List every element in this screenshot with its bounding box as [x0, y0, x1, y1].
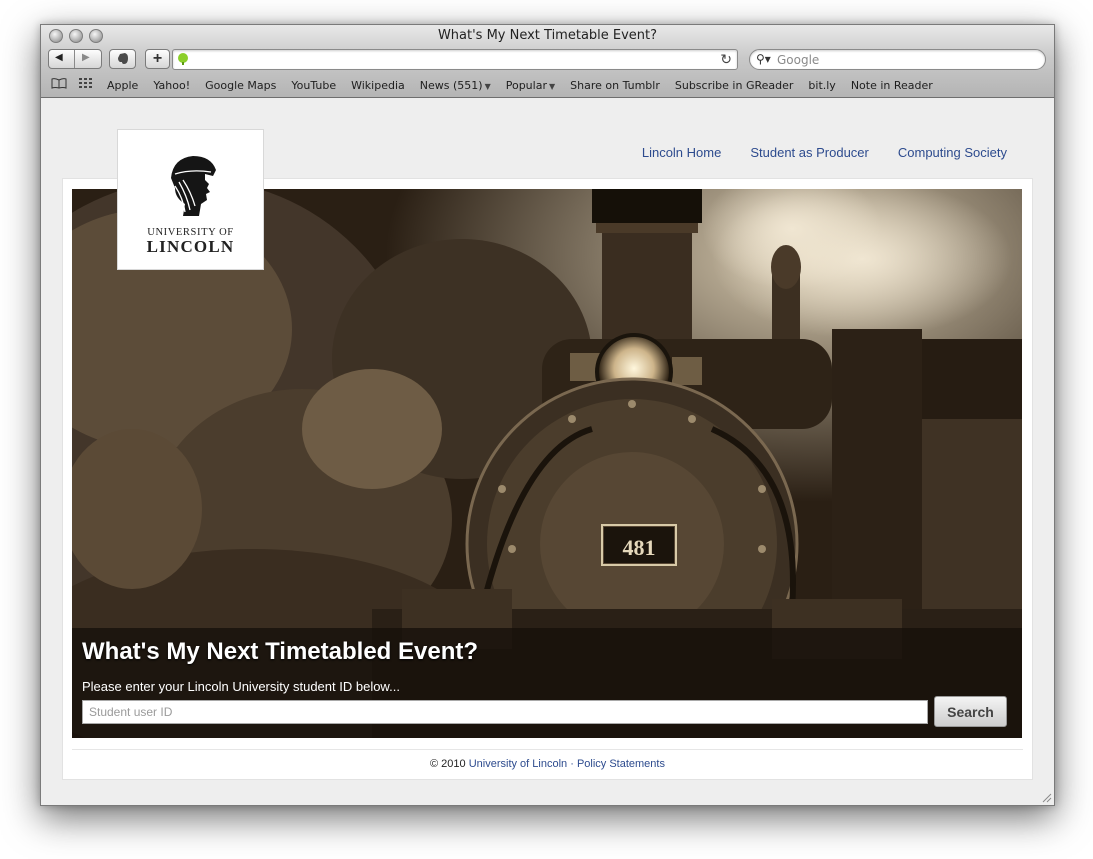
plus-icon: +: [152, 50, 163, 67]
address-bar[interactable]: ↻: [172, 49, 738, 70]
site-nav: Lincoln Home Student as Producer Computi…: [642, 145, 1007, 160]
bookmark-share-on-tumblr[interactable]: Share on Tumblr: [570, 79, 660, 92]
back-forward-buttons: ◀ ▶: [48, 49, 102, 69]
bookmark-google-maps[interactable]: Google Maps: [205, 79, 276, 92]
top-sites-grid-icon[interactable]: [79, 78, 93, 92]
hero-title: What's My Next Timetabled Event?: [82, 638, 479, 665]
engine-number-plate: 481: [623, 535, 656, 560]
search-button[interactable]: Search: [934, 696, 1007, 727]
hero-banner: 481 What's My Next Timetabled Event? Ple…: [72, 189, 1022, 738]
bookmark-popular-folder[interactable]: Popular ▼: [506, 79, 555, 92]
search-placeholder: Google: [777, 53, 820, 67]
add-bookmark-button[interactable]: +: [145, 49, 170, 69]
chevron-down-icon: ▼: [484, 81, 491, 91]
minerva-head-icon: [170, 156, 216, 216]
bookmarks-book-icon[interactable]: [51, 78, 67, 92]
bookmark-note-in-reader[interactable]: Note in Reader: [851, 79, 933, 92]
bookmark-subscribe-in-greader[interactable]: Subscribe in GReader: [675, 79, 794, 92]
bookmark-apple[interactable]: Apple: [107, 79, 138, 92]
footer-separator: ·: [567, 758, 577, 770]
footer-link-policy[interactable]: Policy Statements: [577, 758, 665, 770]
logo-text-line2: LINCOLN: [146, 237, 235, 256]
browser-window: What's My Next Timetable Event? ◀ ▶ + ↻ …: [40, 24, 1055, 806]
university-logo[interactable]: UNIVERSITY OF LINCOLN: [117, 129, 264, 270]
hero-subtitle: Please enter your Lincoln University stu…: [82, 679, 400, 694]
back-icon[interactable]: ◀: [55, 52, 63, 63]
footer: © 2010 University of Lincoln · Policy St…: [63, 758, 1032, 770]
bookmarks-bar: Apple Yahoo! Google Maps YouTube Wikiped…: [51, 77, 1044, 93]
search-icon: ⚲▾: [756, 52, 771, 66]
copyright-text: © 2010: [430, 758, 469, 770]
evernote-icon: [117, 53, 128, 64]
search-field[interactable]: ⚲▾ Google: [749, 49, 1046, 70]
nav-computing-society[interactable]: Computing Society: [898, 145, 1007, 160]
window-title: What's My Next Timetable Event?: [437, 28, 658, 43]
bookmark-wikipedia[interactable]: Wikipedia: [351, 79, 405, 92]
nav-student-as-producer[interactable]: Student as Producer: [750, 145, 869, 160]
bookmark-youtube[interactable]: YouTube: [291, 79, 336, 92]
reload-icon[interactable]: ↻: [720, 51, 732, 68]
bookmark-popular-label: Popular: [505, 78, 547, 92]
evernote-button[interactable]: [109, 49, 136, 69]
bookmark-news-folder[interactable]: News (551) ▼: [420, 79, 491, 92]
bookmark-bitly[interactable]: bit.ly: [808, 79, 835, 92]
bookmark-yahoo[interactable]: Yahoo!: [153, 79, 190, 92]
chevron-down-icon: ▼: [548, 81, 556, 91]
forward-icon[interactable]: ▶: [82, 52, 90, 63]
browser-toolbar: What's My Next Timetable Event? ◀ ▶ + ↻ …: [41, 25, 1054, 98]
resize-grip-icon[interactable]: [1040, 791, 1052, 803]
page-content: Lincoln Home Student as Producer Computi…: [41, 98, 1054, 805]
footer-divider: [72, 749, 1023, 750]
student-id-input[interactable]: [82, 700, 928, 724]
nav-lincoln-home[interactable]: Lincoln Home: [642, 145, 722, 160]
footer-link-university[interactable]: University of Lincoln: [469, 758, 567, 770]
bookmark-news-label: News (551): [419, 78, 483, 92]
favicon-icon: [178, 53, 188, 65]
